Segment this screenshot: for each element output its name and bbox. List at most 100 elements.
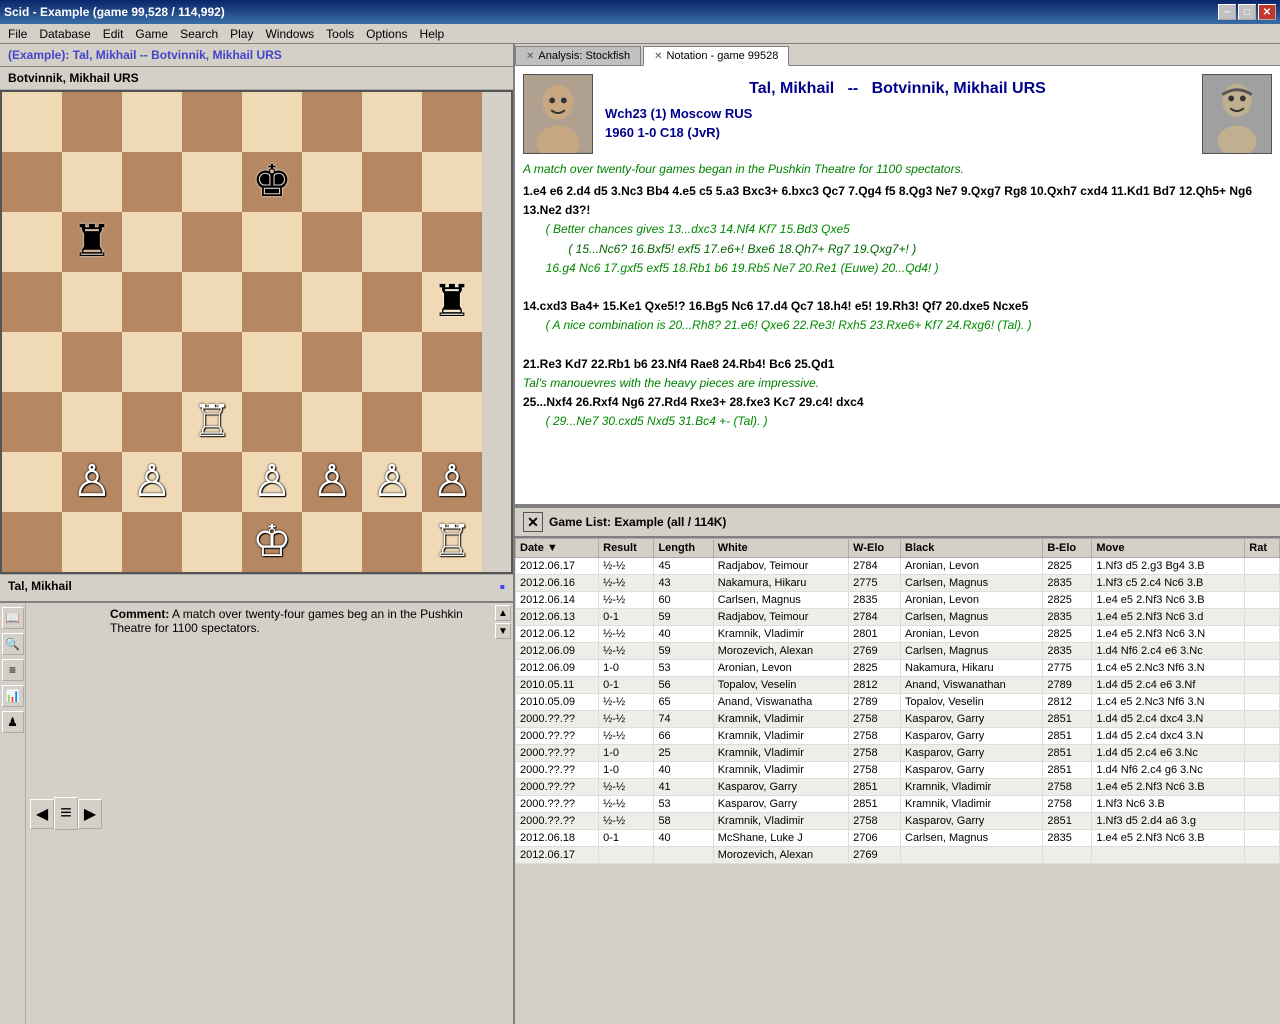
col-header-length[interactable]: Length [654, 539, 713, 558]
square-4-0[interactable] [2, 332, 62, 392]
square-5-4[interactable] [242, 392, 302, 452]
minimize-button[interactable]: ─ [1218, 4, 1236, 20]
square-3-6[interactable] [362, 272, 422, 332]
square-7-0[interactable] [2, 512, 62, 572]
scroll-down-button[interactable]: ▼ [495, 623, 511, 639]
menu-tools[interactable]: Tools [320, 25, 360, 43]
table-row[interactable]: 2000.??.??½-½74Kramnik, Vladimir2758Kasp… [516, 711, 1280, 728]
square-2-3[interactable] [182, 212, 242, 272]
square-7-6[interactable] [362, 512, 422, 572]
list-icon-btn[interactable]: ≡ [2, 659, 24, 681]
col-header-welo[interactable]: W-Elo [849, 539, 901, 558]
square-0-1[interactable] [62, 92, 122, 152]
square-3-4[interactable] [242, 272, 302, 332]
tab-notation[interactable]: ✕ Notation - game 99528 [643, 46, 789, 66]
square-4-6[interactable] [362, 332, 422, 392]
menu-game[interactable]: Game [129, 25, 174, 43]
square-1-4[interactable]: ♚ [242, 152, 302, 212]
table-row[interactable]: 2012.06.180-140McShane, Luke J2706Carlse… [516, 830, 1280, 847]
square-0-6[interactable] [362, 92, 422, 152]
menu-file[interactable]: File [2, 25, 33, 43]
square-4-5[interactable] [302, 332, 362, 392]
square-6-3[interactable] [182, 452, 242, 512]
square-0-0[interactable] [2, 92, 62, 152]
square-0-2[interactable] [122, 92, 182, 152]
square-0-7[interactable] [422, 92, 482, 152]
square-2-7[interactable] [422, 212, 482, 272]
table-row[interactable]: 2012.06.16½-½43Nakamura, Hikaru2775Carls… [516, 575, 1280, 592]
menu-search[interactable]: Search [174, 25, 224, 43]
nav-first-button[interactable]: ◀ [30, 799, 54, 829]
magnify-icon-btn[interactable]: 🔍 [2, 633, 24, 655]
table-row[interactable]: 2000.??.??½-½58Kramnik, Vladimir2758Kasp… [516, 813, 1280, 830]
square-5-1[interactable] [62, 392, 122, 452]
square-4-7[interactable] [422, 332, 482, 392]
square-5-2[interactable] [122, 392, 182, 452]
square-6-5[interactable]: ♙ [302, 452, 362, 512]
book-icon-btn[interactable]: 📖 [2, 607, 24, 629]
close-button[interactable]: ✕ [1258, 4, 1276, 20]
menu-options[interactable]: Options [360, 25, 413, 43]
square-2-4[interactable] [242, 212, 302, 272]
table-row[interactable]: 2000.??.??½-½53Kasparov, Garry2851Kramni… [516, 796, 1280, 813]
col-header-white[interactable]: White [713, 539, 848, 558]
tab-analysis-close[interactable]: ✕ [526, 51, 534, 62]
square-7-5[interactable] [302, 512, 362, 572]
square-7-3[interactable] [182, 512, 242, 572]
square-7-7[interactable]: ♖ [422, 512, 482, 572]
col-header-rat[interactable]: Rat [1245, 539, 1280, 558]
menu-database[interactable]: Database [33, 25, 96, 43]
square-3-5[interactable] [302, 272, 362, 332]
square-4-4[interactable] [242, 332, 302, 392]
table-row[interactable]: 2010.05.09½-½65Anand, Viswanatha2789Topa… [516, 694, 1280, 711]
menu-help[interactable]: Help [414, 25, 451, 43]
menu-play[interactable]: Play [224, 25, 259, 43]
square-3-3[interactable] [182, 272, 242, 332]
table-row[interactable]: 2000.??.??½-½41Kasparov, Garry2851Kramni… [516, 779, 1280, 796]
square-3-2[interactable] [122, 272, 182, 332]
tab-notation-close[interactable]: ✕ [654, 51, 662, 62]
square-6-6[interactable]: ♙ [362, 452, 422, 512]
nav-prev-button[interactable]: ≡ [54, 797, 78, 830]
maximize-button[interactable]: □ [1238, 4, 1256, 20]
table-row[interactable]: 2012.06.09½-½59Morozevich, Alexan2769Car… [516, 643, 1280, 660]
table-row[interactable]: 2012.06.12½-½40Kramnik, Vladimir2801Aron… [516, 626, 1280, 643]
square-2-1[interactable]: ♜ [62, 212, 122, 272]
col-header-date[interactable]: Date ▼ [516, 539, 599, 558]
square-6-0[interactable] [2, 452, 62, 512]
square-4-1[interactable] [62, 332, 122, 392]
table-row[interactable]: 2012.06.17½-½45Radjabov, Teimour2784Aron… [516, 558, 1280, 575]
col-header-black[interactable]: Black [901, 539, 1043, 558]
square-1-0[interactable] [2, 152, 62, 212]
square-1-2[interactable] [122, 152, 182, 212]
square-5-3[interactable]: ♖ [182, 392, 242, 452]
square-2-2[interactable] [122, 212, 182, 272]
scroll-up-button[interactable]: ▲ [495, 605, 511, 621]
square-1-5[interactable] [302, 152, 362, 212]
chart-icon-btn[interactable]: 📊 [2, 685, 24, 707]
game-table-container[interactable]: Date ▼ Result Length White W-Elo Black B… [515, 538, 1280, 1024]
square-1-7[interactable] [422, 152, 482, 212]
square-0-3[interactable] [182, 92, 242, 152]
square-1-6[interactable] [362, 152, 422, 212]
menu-windows[interactable]: Windows [259, 25, 320, 43]
square-3-1[interactable] [62, 272, 122, 332]
table-row[interactable]: 2012.06.130-159Radjabov, Teimour2784Carl… [516, 609, 1280, 626]
square-4-3[interactable] [182, 332, 242, 392]
square-2-5[interactable] [302, 212, 362, 272]
square-7-1[interactable] [62, 512, 122, 572]
menu-edit[interactable]: Edit [97, 25, 130, 43]
col-header-result[interactable]: Result [599, 539, 654, 558]
table-row[interactable]: 2012.06.14½-½60Carlsen, Magnus2835Aronia… [516, 592, 1280, 609]
table-row[interactable]: 2000.??.??1-040Kramnik, Vladimir2758Kasp… [516, 762, 1280, 779]
square-5-0[interactable] [2, 392, 62, 452]
table-row[interactable]: 2000.??.??½-½66Kramnik, Vladimir2758Kasp… [516, 728, 1280, 745]
square-4-2[interactable] [122, 332, 182, 392]
chess-board[interactable]: ♚♜♜♖♙♙♙♙♙♙♔♖ [0, 90, 513, 574]
notation-moves[interactable]: 1.e4 e6 2.d4 d5 3.Nc3 Bb4 4.e5 c5 5.a3 B… [523, 182, 1272, 431]
table-row[interactable]: 2000.??.??1-025Kramnik, Vladimir2758Kasp… [516, 745, 1280, 762]
square-6-2[interactable]: ♙ [122, 452, 182, 512]
square-5-7[interactable] [422, 392, 482, 452]
square-6-4[interactable]: ♙ [242, 452, 302, 512]
nav-next-button[interactable]: ▶ [78, 799, 102, 829]
